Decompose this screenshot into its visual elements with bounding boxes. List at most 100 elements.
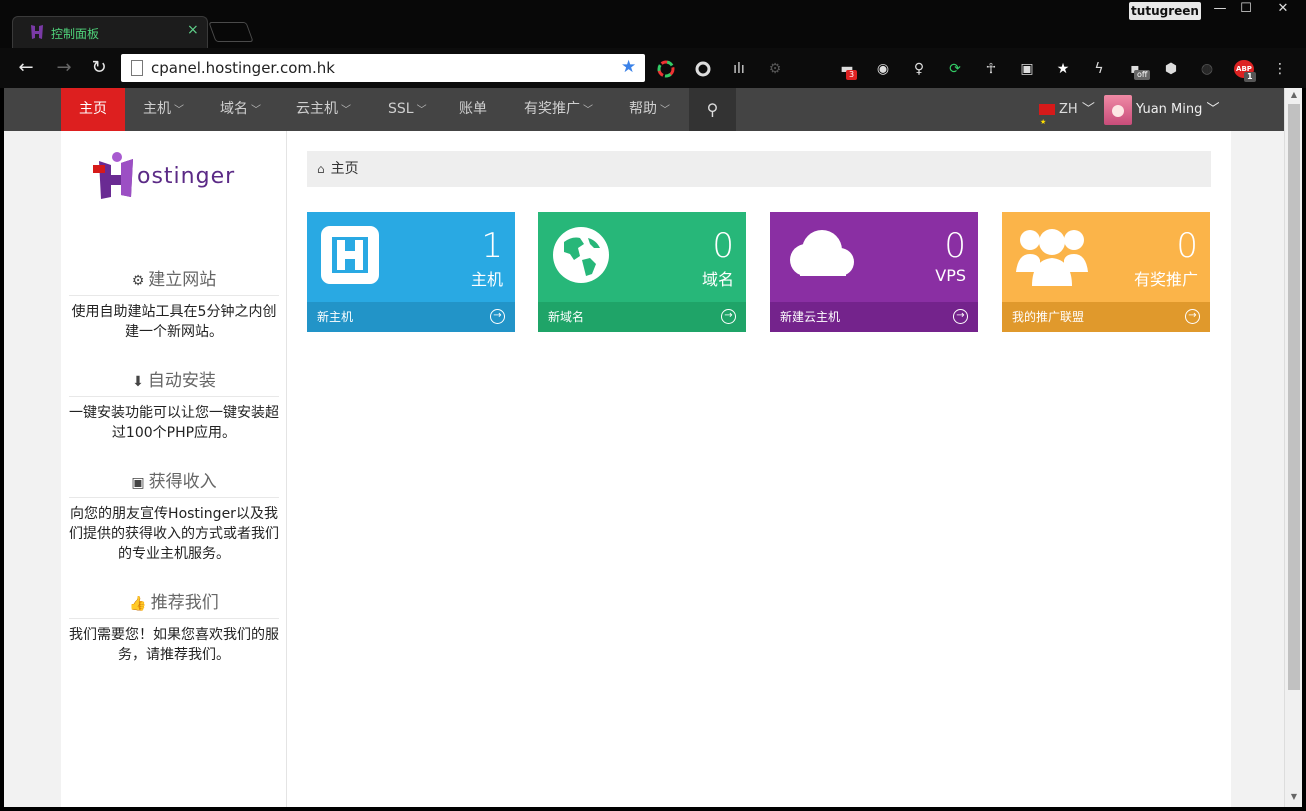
arrow-circle-right-icon: → <box>1185 309 1200 324</box>
toggle-extension-icon[interactable]: ▪ off <box>1126 60 1151 80</box>
nav-billing[interactable]: 账单 <box>459 88 487 131</box>
hosting-count: 1 <box>481 226 503 266</box>
chevron-down-icon: ﹀ <box>341 105 351 116</box>
cloud-icon <box>790 230 854 276</box>
circle-extension-icon[interactable] <box>694 60 712 78</box>
tab-close-icon[interactable]: × <box>187 22 199 38</box>
nav-home[interactable]: 主页 <box>61 88 125 131</box>
section-heading: 👍 推荐我们 <box>69 588 279 619</box>
section-text: 向您的朋友宣传Hostinger以及我们提供的获得收入的方式或者我们的专业主机服… <box>69 506 279 562</box>
star-extension-icon[interactable]: ★ <box>1054 60 1072 78</box>
hexagon-extension-icon[interactable]: ⬢ <box>1162 60 1180 78</box>
nav-ssl[interactable]: SSL ﹀ <box>388 88 427 131</box>
reload-icon[interactable]: ↻ <box>87 56 111 80</box>
domains-card[interactable]: 0 域名 新域名 → <box>538 212 746 332</box>
domains-count: 0 <box>712 226 734 266</box>
gear-extension-icon[interactable]: ⚙ <box>766 60 784 78</box>
section-text: 一键安装功能可以让您一键安装超过100个PHP应用。 <box>69 405 279 441</box>
chevron-down-icon: ﹀ <box>1077 102 1095 117</box>
section-heading: ▣ 获得收入 <box>69 467 279 498</box>
main-content: ⌂ 主页 1 主机 新主机 → 0 域名 新域名 → 0 VPS 新建云主机 →… <box>287 131 1231 807</box>
new-vps-link[interactable]: 新建云主机 → <box>770 302 978 332</box>
nav-hosting[interactable]: 主机 ﹀ <box>143 88 184 131</box>
card-body: 0 VPS <box>770 212 978 302</box>
arrow-circle-right-icon: → <box>721 309 736 324</box>
china-flag-icon <box>1039 101 1055 144</box>
avatar <box>1104 94 1132 125</box>
section-heading: ⚙ 建立网站 <box>69 265 279 296</box>
address-url: cpanel.hostinger.com.hk <box>151 59 335 77</box>
users-group-icon <box>1016 229 1088 286</box>
logo-text: ostinger <box>137 164 236 189</box>
minimize-icon[interactable]: — <box>1207 0 1233 20</box>
section-text: 我们需要您！如果您喜欢我们的服务，请推荐我们。 <box>69 627 279 663</box>
maximize-icon[interactable]: ☐ <box>1233 0 1259 20</box>
sidebar-section-autoinstall: ⬇ 自动安装 一键安装功能可以让您一键安装超过100个PHP应用。 <box>69 366 279 443</box>
section-text: 使用自助建站工具在5分钟之内创建一个新网站。 <box>71 304 277 340</box>
nav-affiliate[interactable]: 有奖推广 ﹀ <box>524 88 593 131</box>
vps-label: VPS <box>935 266 966 285</box>
language-selector[interactable]: ZH ﹀ <box>1039 88 1095 144</box>
chevron-down-icon: ﹀ <box>1202 102 1220 117</box>
scroll-down-icon[interactable]: ▼ <box>1288 792 1300 804</box>
chevron-down-icon: ﹀ <box>251 105 261 116</box>
close-window-icon[interactable]: ✕ <box>1262 0 1304 20</box>
ankh-extension-icon[interactable]: ☥ <box>982 60 1000 78</box>
section-heading: ⬇ 自动安装 <box>69 366 279 397</box>
lightbulb-extension-icon[interactable]: ♀ <box>910 60 928 78</box>
tab-title: 控制面板 <box>51 27 100 41</box>
back-icon[interactable]: ← <box>14 56 38 80</box>
chevron-down-icon: ﹀ <box>416 105 427 116</box>
sidebar-section-build: ⚙ 建立网站 使用自助建站工具在5分钟之内创建一个新网站。 <box>69 265 279 342</box>
my-affiliate-link[interactable]: 我的推广联盟 → <box>1002 302 1210 332</box>
money-icon: ▣ <box>131 475 145 491</box>
page-icon <box>131 60 143 76</box>
mail-extension-icon[interactable]: ▬ 3 <box>838 60 858 80</box>
card-body: 0 域名 <box>538 212 746 302</box>
breadcrumb: ⌂ 主页 <box>307 151 1211 187</box>
download-icon: ⬇ <box>132 374 144 390</box>
search-icon[interactable]: ⚲ <box>689 88 736 131</box>
gears-icon: ⚙ <box>131 273 145 289</box>
hosting-h-icon <box>321 226 379 284</box>
note-extension-icon[interactable]: ▣ <box>1018 60 1036 78</box>
user-menu[interactable]: Yuan Ming ﹀ <box>1104 88 1220 131</box>
home-icon[interactable]: ⌂ <box>317 162 325 176</box>
scroll-thumb[interactable] <box>1288 104 1300 690</box>
color-picker-extension-icon[interactable] <box>657 60 675 78</box>
hosting-label: 主机 <box>470 270 503 289</box>
page-viewport: 主页 主机﹀ 域名﹀ 云主机﹀ SSL﹀ 账单 有奖推广﹀ 帮助﹀ ⚲ ZH ﹀… <box>4 88 1284 807</box>
new-hosting-link[interactable]: 新主机 → <box>307 302 515 332</box>
chevron-down-icon: ﹀ <box>660 105 670 116</box>
browser-tab[interactable]: 控制面板 × <box>12 16 208 48</box>
affiliate-card[interactable]: 0 有奖推广 我的推广联盟 → <box>1002 212 1210 332</box>
bookmark-star-icon[interactable]: ★ <box>621 57 636 77</box>
vps-count: 0 <box>944 226 966 266</box>
scroll-up-icon[interactable]: ▲ <box>1288 90 1300 102</box>
profile-button[interactable]: tutugreen <box>1129 2 1201 20</box>
hosting-card[interactable]: 1 主机 新主机 → <box>307 212 515 332</box>
nav-help[interactable]: 帮助 ﹀ <box>629 88 670 131</box>
bolt-extension-icon[interactable]: ϟ <box>1090 60 1108 78</box>
globe-icon <box>553 227 609 283</box>
vps-card[interactable]: 0 VPS 新建云主机 → <box>770 212 978 332</box>
thumbs-up-icon: 👍 <box>129 596 147 612</box>
forward-icon[interactable]: → <box>52 56 76 80</box>
nav-domains[interactable]: 域名 ﹀ <box>220 88 261 131</box>
nav-vps[interactable]: 云主机 ﹀ <box>296 88 351 131</box>
arrow-circle-right-icon: → <box>953 309 968 324</box>
adblock-extension-icon[interactable]: ABP 1 <box>1234 60 1256 82</box>
hostinger-logo[interactable]: ostinger <box>91 151 261 203</box>
sidebar-section-recommend: 👍 推荐我们 我们需要您！如果您喜欢我们的服务，请推荐我们。 <box>69 588 279 665</box>
sidebar: ostinger ⚙ 建立网站 使用自助建站工具在5分钟之内创建一个新网站。 ⬇ 自… <box>61 131 287 807</box>
soccer-extension-icon[interactable]: ◉ <box>874 60 892 78</box>
page-scrollbar[interactable]: ▲ ▼ <box>1284 88 1302 807</box>
sync-extension-icon[interactable]: ⟳ <box>946 60 964 78</box>
stats-extension-icon[interactable]: ılı <box>730 60 748 78</box>
camera-extension-icon[interactable]: ◍ <box>1198 60 1216 78</box>
top-navigation: 主页 主机﹀ 域名﹀ 云主机﹀ SSL﹀ 账单 有奖推广﹀ 帮助﹀ ⚲ ZH ﹀… <box>4 88 1284 144</box>
chrome-menu-icon[interactable]: ⋮ <box>1271 60 1289 78</box>
new-tab-button[interactable] <box>208 22 254 42</box>
new-domain-link[interactable]: 新域名 → <box>538 302 746 332</box>
address-bar[interactable]: cpanel.hostinger.com.hk ★ <box>121 54 645 82</box>
